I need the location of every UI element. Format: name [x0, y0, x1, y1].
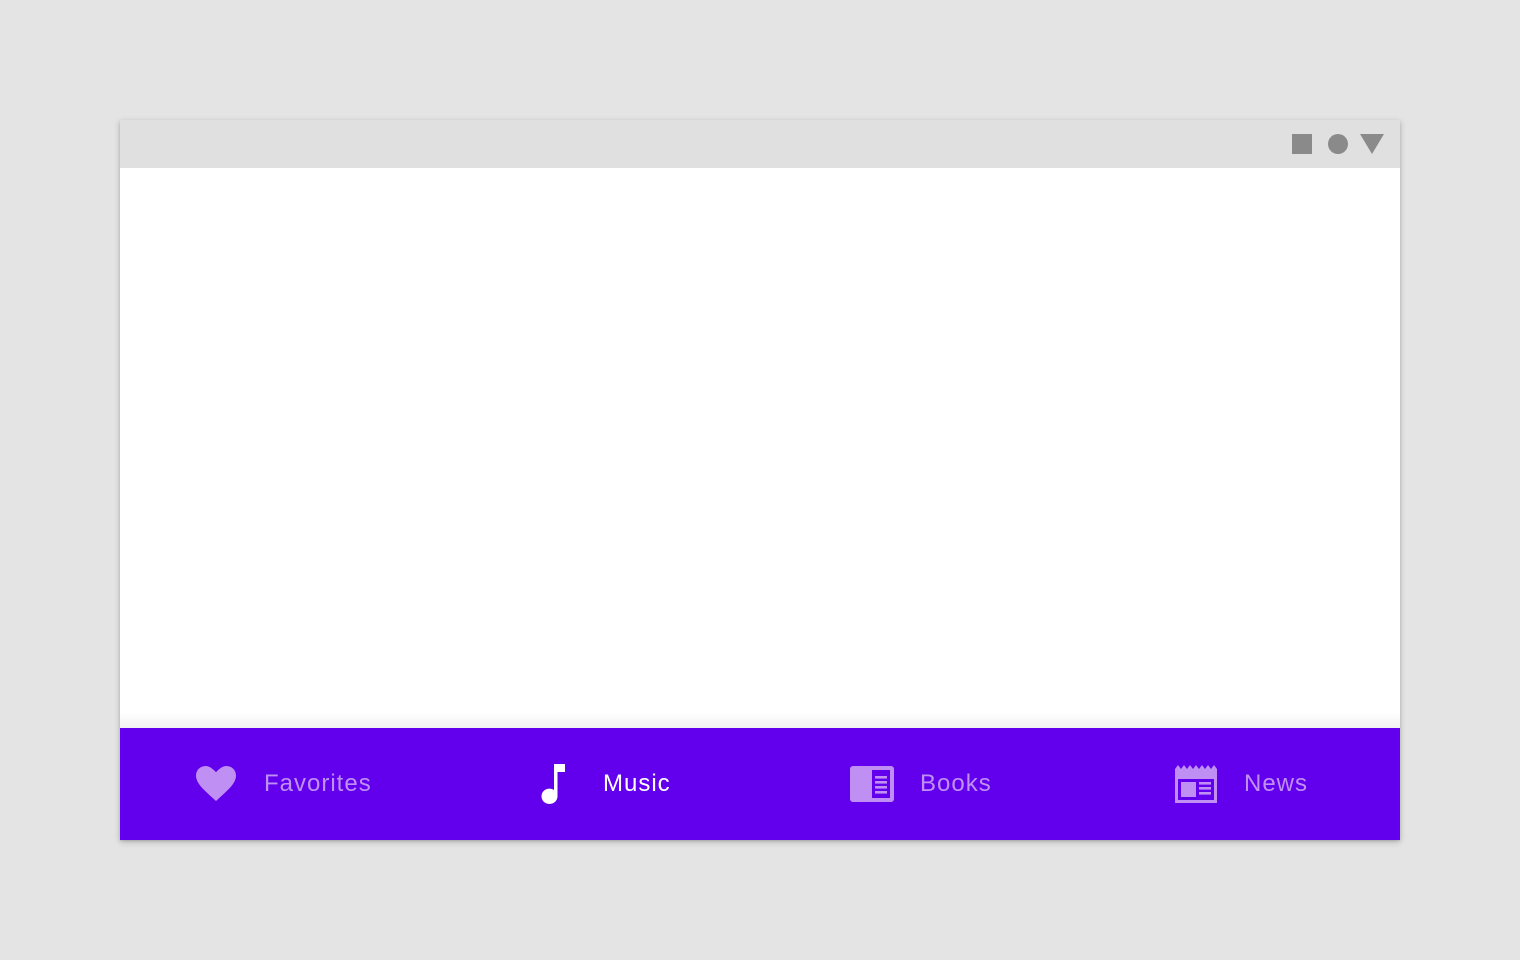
book-icon — [848, 760, 896, 808]
nav-label-music: Music — [603, 770, 671, 797]
nav-item-news[interactable]: News — [1172, 728, 1308, 840]
title-bar — [120, 120, 1400, 168]
nav-item-music[interactable]: Music — [530, 728, 671, 840]
square-icon[interactable] — [1292, 134, 1312, 154]
nav-shadow — [120, 712, 1400, 728]
heart-icon — [192, 760, 240, 808]
content-area — [120, 168, 1400, 728]
nav-label-books: Books — [920, 770, 992, 797]
nav-label-news: News — [1244, 770, 1309, 797]
app-window: Favorites Music Books News — [120, 120, 1400, 840]
circle-icon[interactable] — [1328, 134, 1348, 154]
nav-item-favorites[interactable]: Favorites — [192, 728, 372, 840]
music-note-icon — [530, 760, 578, 808]
triangle-icon[interactable] — [1360, 134, 1384, 154]
nav-item-books[interactable]: Books — [848, 728, 992, 840]
newspaper-icon — [1172, 760, 1220, 808]
bottom-navigation: Favorites Music Books News — [120, 728, 1400, 840]
nav-label-favorites: Favorites — [264, 770, 372, 797]
